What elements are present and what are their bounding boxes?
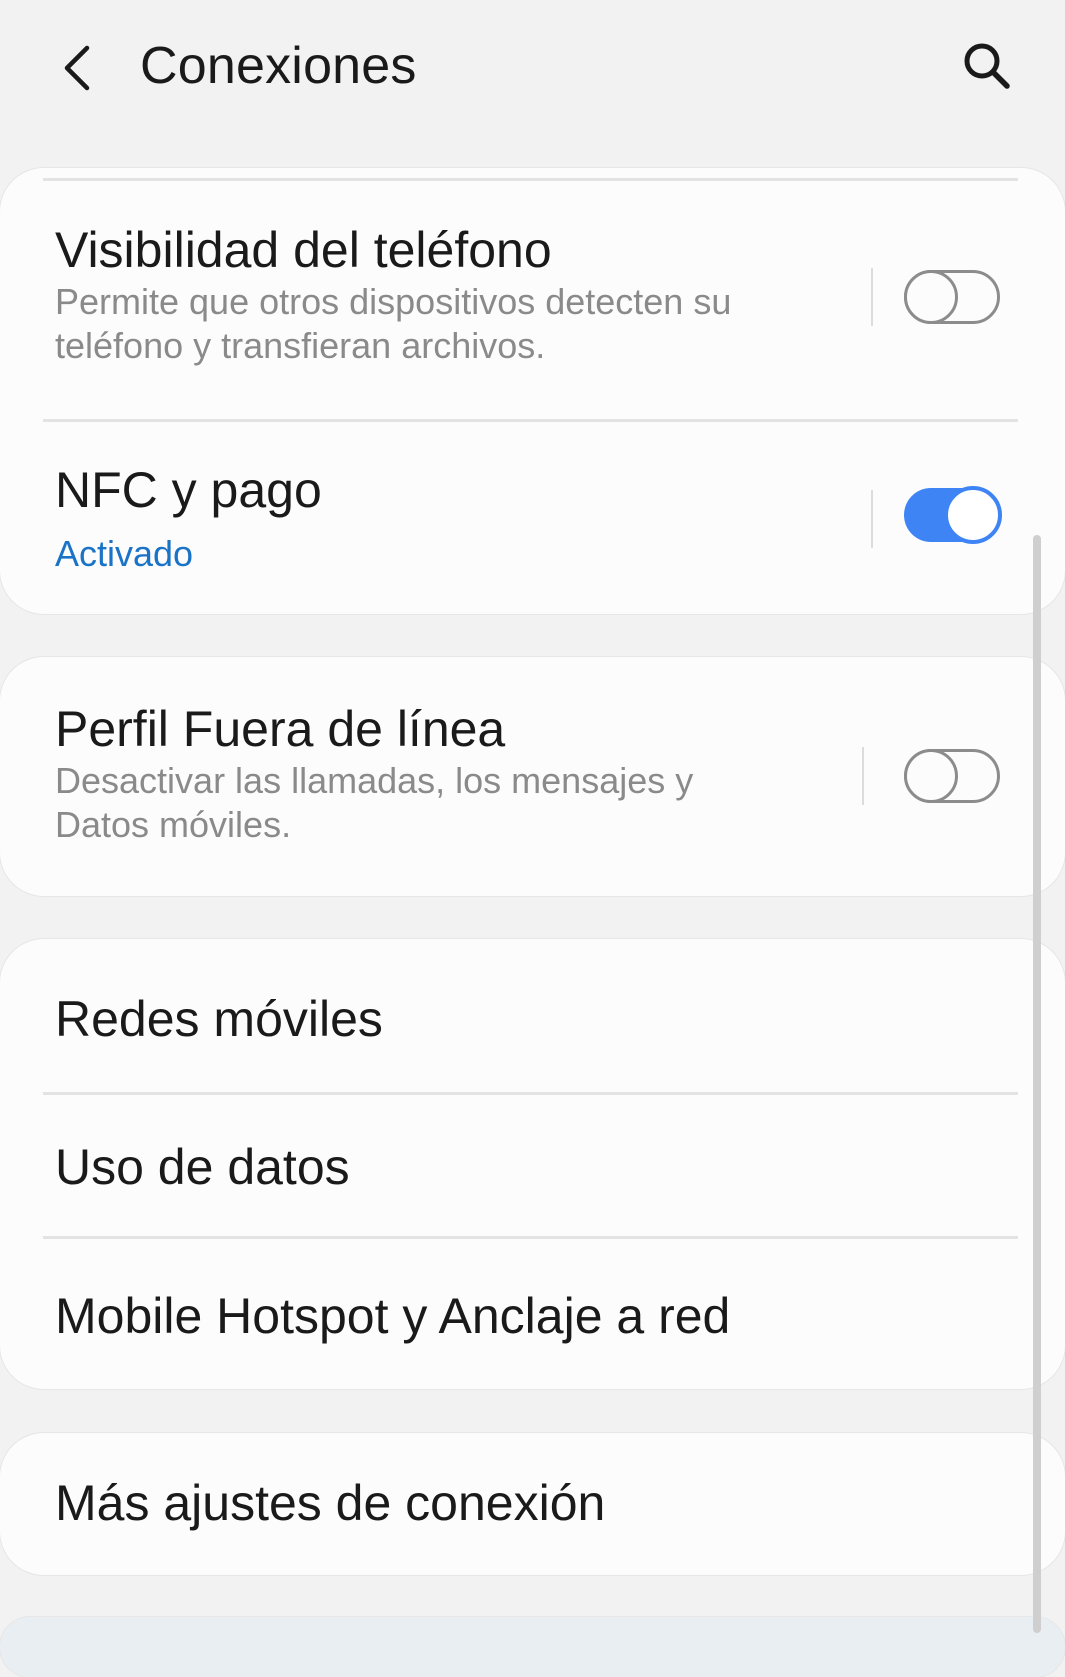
phone-visibility-description: Permite que otros dispositivos detecten … — [55, 281, 732, 366]
mobile-hotspot-item[interactable]: Mobile Hotspot y Anclaje a red — [55, 1286, 730, 1346]
offline-profile-toggle[interactable] — [904, 749, 1000, 803]
vertical-separator — [871, 490, 873, 548]
chevron-left-icon — [64, 45, 90, 91]
divider — [43, 178, 1018, 181]
divider — [43, 419, 1018, 422]
phone-visibility-title: Visibilidad del teléfono — [55, 222, 552, 278]
toggle-knob — [904, 749, 958, 803]
search-button[interactable] — [955, 34, 1019, 98]
search-icon — [964, 43, 1010, 89]
nfc-status-text: Activado — [55, 533, 194, 574]
app-header: Conexiones — [0, 0, 1065, 140]
vertical-separator — [871, 268, 873, 326]
settings-card-next — [0, 1617, 1065, 1677]
divider — [43, 1236, 1018, 1239]
settings-card-more: Más ajustes de conexión — [0, 1433, 1065, 1575]
toggle-knob — [904, 270, 958, 324]
phone-visibility-toggle[interactable] — [904, 270, 1000, 324]
data-usage-item[interactable]: Uso de datos — [55, 1137, 350, 1197]
more-connection-settings-item[interactable]: Más ajustes de conexión — [55, 1473, 605, 1533]
vertical-separator — [862, 747, 864, 805]
nfc-payment-toggle[interactable] — [904, 486, 1002, 544]
mobile-networks-item[interactable]: Redes móviles — [55, 989, 383, 1049]
toggle-knob — [944, 486, 1002, 544]
page-title: Conexiones — [140, 37, 417, 95]
divider — [43, 1092, 1018, 1095]
nfc-payment-title: NFC y pago — [55, 462, 322, 518]
offline-profile-title: Perfil Fuera de línea — [55, 701, 506, 757]
back-button[interactable] — [48, 32, 104, 104]
offline-profile-description: Desactivar las llamadas, los mensajes y … — [55, 760, 694, 845]
scrollbar[interactable] — [1033, 535, 1041, 1633]
settings-card-visibility-nfc: Visibilidad del teléfono Permite que otr… — [0, 168, 1065, 614]
settings-card-offline: Perfil Fuera de línea Desactivar las lla… — [0, 657, 1065, 896]
settings-card-networks: Redes móviles Uso de datos Mobile Hotspo… — [0, 939, 1065, 1389]
